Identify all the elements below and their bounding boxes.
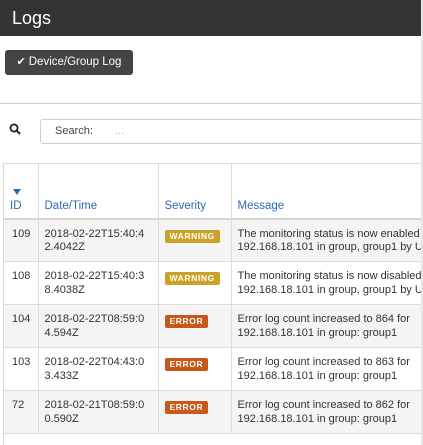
message-line: 192.168.18.101 in group: group1: [237, 369, 398, 382]
logs-table-container[interactable]: ID Date/Time Severity Message 109 2018-0…: [3, 163, 423, 445]
row-severity: ERROR: [158, 347, 232, 391]
check-icon: ✔: [16, 56, 26, 68]
table-row[interactable]: 108 2018-02-22T15:40:38.4038Z WARNING Th…: [4, 261, 423, 305]
message-line: The monitoring status is now disabled: [237, 270, 422, 282]
row-severity: ERROR: [158, 390, 232, 434]
row-severity: ERROR: [158, 304, 232, 348]
message-line: 192.168.18.101 in group: group1: [237, 326, 398, 339]
message-line: Error log count increased to 863 for: [237, 356, 410, 368]
table-row[interactable]: 103 2018-02-22T04:43:03.433Z ERROR Error…: [4, 347, 423, 391]
column-header-datetime[interactable]: Date/Time: [38, 163, 159, 220]
severity-badge-error: ERROR: [164, 315, 209, 328]
column-header-severity[interactable]: Severity: [158, 163, 232, 220]
row-id: 72: [4, 390, 39, 434]
severity-badge-warning: WARNING: [164, 272, 220, 285]
row-datetime: 2018-02-22T04:43:03.433Z: [38, 347, 159, 391]
message-line: Error log count increased to 862 for: [237, 399, 410, 411]
row-severity: WARNING: [158, 218, 232, 262]
row-datetime: 2018-02-22T15:40:42.4042Z: [38, 218, 159, 262]
message-line: Error log count increased to 864 for: [237, 313, 410, 325]
sort-descending-icon: [13, 189, 21, 195]
row-id: 108: [4, 261, 39, 305]
message-line: 192.168.18.101 in group, group1 by U: [237, 241, 423, 253]
window-titlebar: Logs: [0, 0, 423, 36]
message-line: 192.168.18.101 in group, group1 by U: [237, 283, 423, 296]
search-label: Search:: [55, 125, 93, 137]
logs-table: ID Date/Time Severity Message 109 2018-0…: [4, 163, 423, 434]
row-message: The monitoring status is now enabled 192.…: [231, 218, 423, 262]
search-placeholder: ...: [114, 125, 125, 137]
row-datetime: 2018-02-21T08:59:00.590Z: [38, 390, 159, 434]
tab-label: Device/Group Log: [28, 56, 122, 68]
search-icon: [9, 123, 21, 135]
message-line: 192.168.18.101 in group: group1: [237, 412, 398, 425]
row-datetime: 2018-02-22T08:59:04.594Z: [38, 304, 159, 348]
table-header-row: ID Date/Time Severity Message: [4, 163, 423, 220]
row-severity: WARNING: [158, 261, 232, 305]
severity-badge-warning: WARNING: [164, 229, 220, 243]
message-line: The monitoring status is now enabled: [237, 227, 420, 240]
row-id: 103: [4, 347, 39, 391]
row-message: Error log count increased to 864 for 192.…: [231, 304, 423, 348]
severity-badge-error: ERROR: [164, 358, 209, 371]
column-header-message[interactable]: Message: [231, 163, 423, 220]
tab-device-group-log[interactable]: ✔ Device/Group Log: [5, 50, 133, 75]
divider: [0, 103, 423, 104]
row-id: 109: [4, 218, 39, 262]
search-input[interactable]: Search:...: [40, 119, 423, 144]
row-datetime: 2018-02-22T15:40:38.4038Z: [38, 261, 159, 305]
severity-badge-error: ERROR: [164, 401, 209, 414]
table-row[interactable]: 109 2018-02-22T15:40:42.4042Z WARNING Th…: [4, 218, 423, 262]
column-header-id[interactable]: ID: [4, 163, 39, 220]
table-row[interactable]: 104 2018-02-22T08:59:04.594Z ERROR Error…: [4, 304, 423, 348]
table-row[interactable]: 72 2018-02-21T08:59:00.590Z ERROR Error …: [4, 390, 423, 434]
row-message: The monitoring status is now disabled 192…: [231, 261, 423, 305]
row-message: Error log count increased to 862 for 192.…: [231, 390, 423, 434]
row-id: 104: [4, 304, 39, 348]
row-message: Error log count increased to 863 for 192.…: [231, 347, 423, 391]
page-title: Logs: [12, 8, 52, 28]
